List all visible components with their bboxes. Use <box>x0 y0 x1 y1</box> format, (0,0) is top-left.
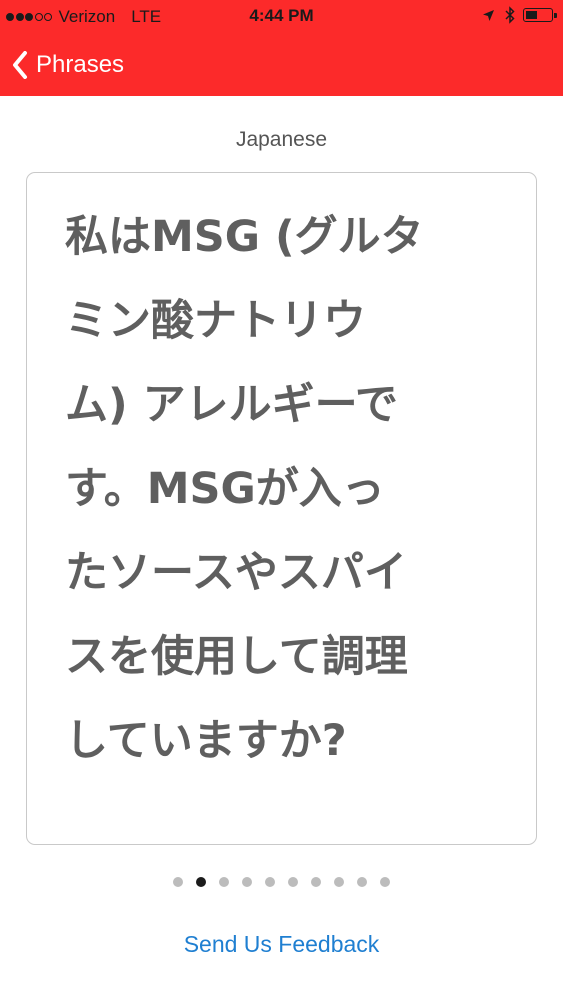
phrase-line: ミン酸ナトリウ <box>65 296 366 346</box>
phrase-card[interactable]: 私はMSG (グルタ ミン酸ナトリウ ム) アレルギーで す。MSGが入っ たソ… <box>26 172 537 845</box>
phrase-text: 私はMSG (グルタ ミン酸ナトリウ ム) アレルギーで す。MSGが入っ たソ… <box>65 195 505 783</box>
page-dot[interactable] <box>219 877 229 887</box>
back-button-label: Phrases <box>36 51 125 78</box>
back-button[interactable]: Phrases <box>12 48 124 82</box>
phrase-line: スを使用して調理 <box>65 632 408 682</box>
page-dot-active[interactable] <box>196 877 206 887</box>
bluetooth-icon <box>505 6 515 24</box>
phrase-line: していますか? <box>65 716 347 766</box>
page-dot[interactable] <box>265 877 275 887</box>
send-feedback-link[interactable]: Send Us Feedback <box>0 931 563 958</box>
battery-nub <box>554 12 557 18</box>
phrase-line: たソースやスパイ <box>65 548 407 598</box>
page-dot[interactable] <box>380 877 390 887</box>
navigation-bar: Phrases <box>0 34 563 96</box>
page-indicator[interactable] <box>0 876 563 888</box>
page-dot[interactable] <box>357 877 367 887</box>
phrase-line: ム) アレルギーで <box>65 380 399 430</box>
app-header: Verizon LTE 4:44 PM Phrases <box>0 0 563 96</box>
page-dot[interactable] <box>334 877 344 887</box>
page-dot[interactable] <box>173 877 183 887</box>
chevron-left-icon <box>12 51 36 79</box>
battery-icon <box>523 8 557 22</box>
language-label: Japanese <box>235 128 328 151</box>
status-bar: Verizon LTE 4:44 PM <box>0 0 563 34</box>
page-dot[interactable] <box>242 877 252 887</box>
status-time: 4:44 PM <box>249 6 314 25</box>
page-dot[interactable] <box>311 877 321 887</box>
location-arrow-icon <box>482 9 495 22</box>
status-right <box>482 6 557 24</box>
phrase-line: 私はMSG (グルタ <box>65 212 424 262</box>
phrase-line: す。MSGが入っ <box>65 464 385 514</box>
page-dot[interactable] <box>288 877 298 887</box>
battery-level <box>526 11 537 19</box>
